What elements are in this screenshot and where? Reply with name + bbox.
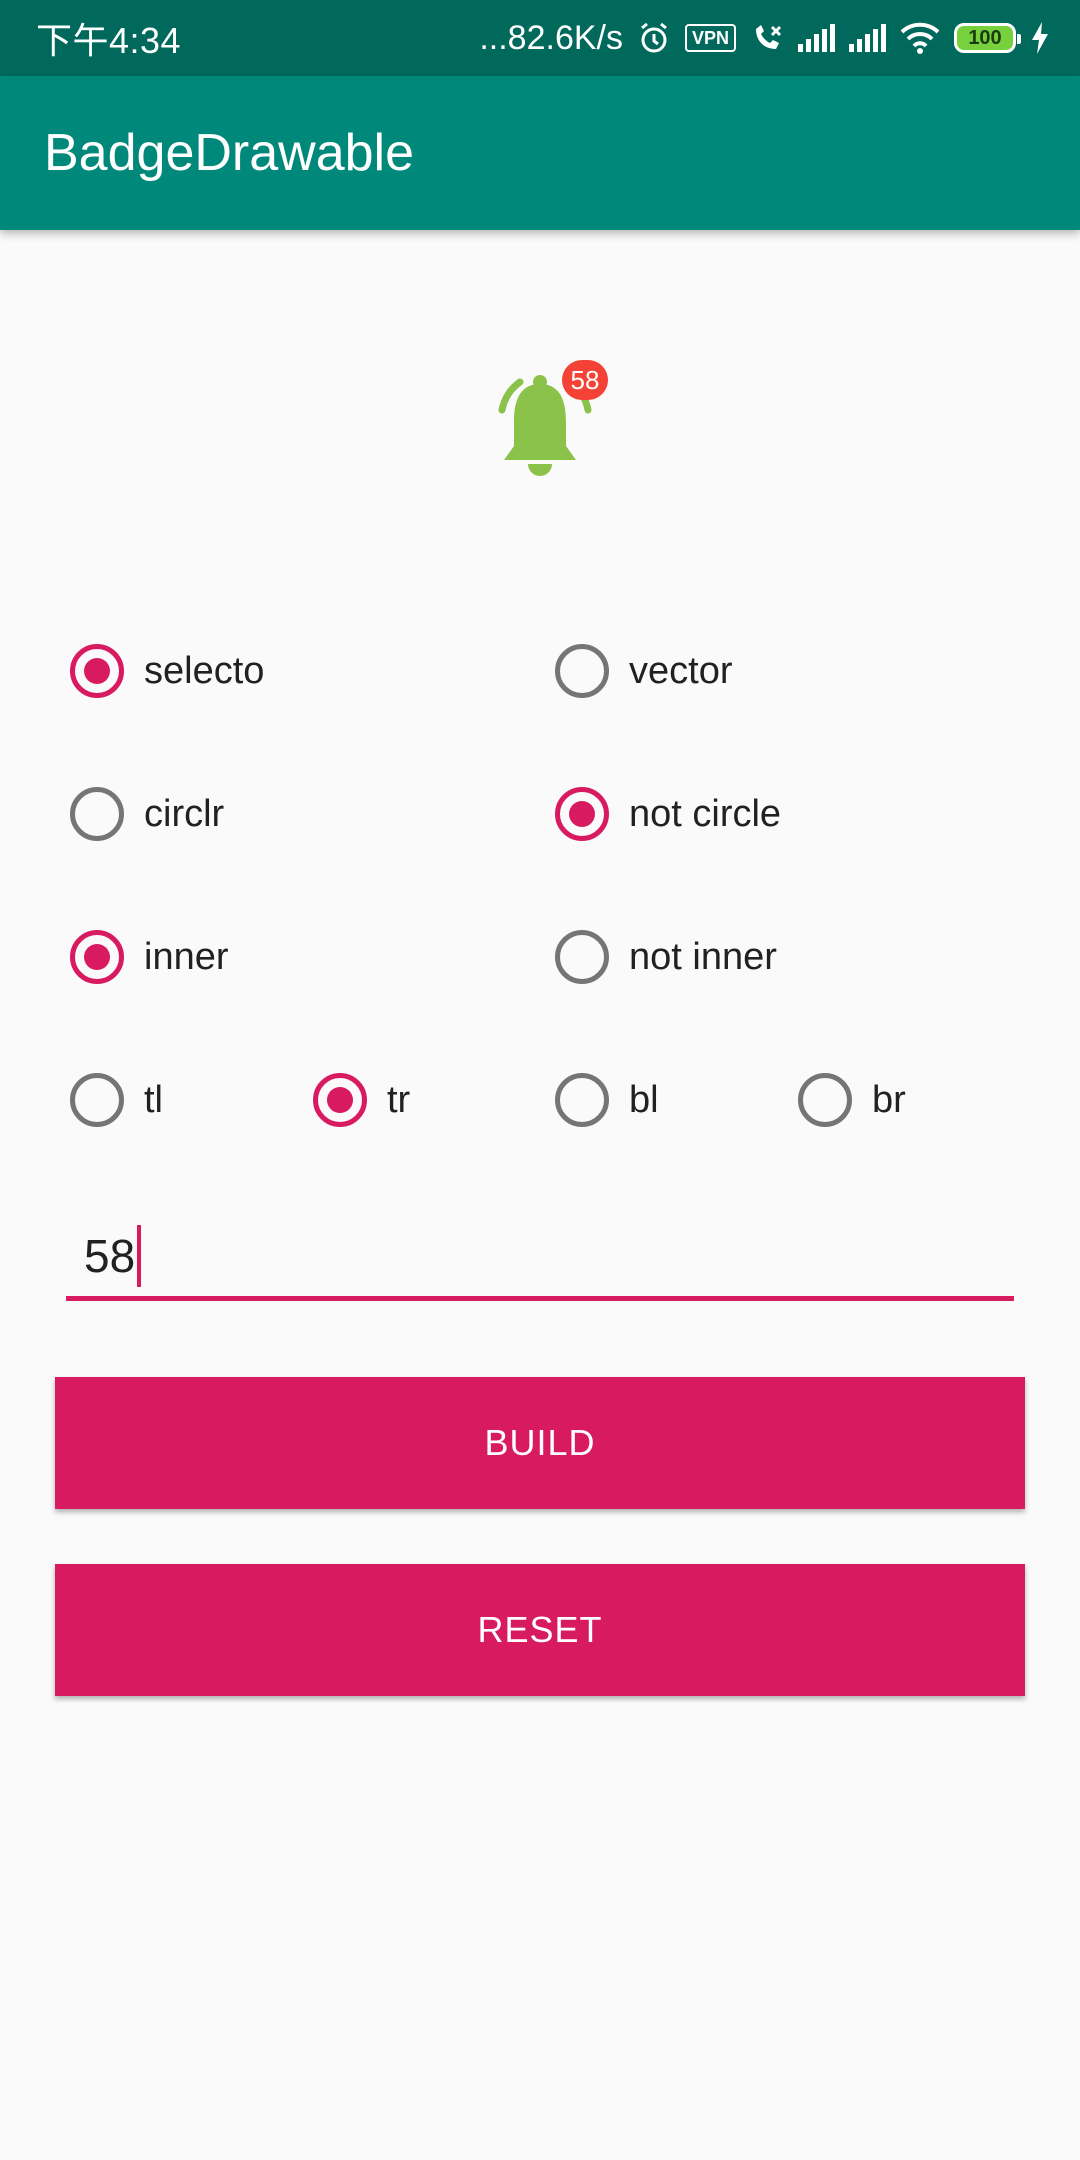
radio-inner-label: inner [144,935,229,978]
reset-button[interactable]: RESET [55,1564,1025,1696]
signal-icon [849,24,886,52]
radio-br-circle[interactable] [798,1073,852,1127]
badge-preview: 58 [480,360,610,490]
wifi-icon [900,22,940,54]
charging-icon [1030,22,1050,54]
radio-tr-circle[interactable] [313,1073,367,1127]
vpn-icon: VPN [684,24,736,52]
radio-selecto-circle[interactable] [70,644,124,698]
radio-not-circle[interactable]: not circle [555,784,781,844]
radio-bl-label: bl [629,1078,659,1121]
signal-icon [798,24,835,52]
network-speed: ...82.6K/s [479,18,623,57]
radio-tl-circle[interactable] [70,1073,124,1127]
radio-tl[interactable]: tl [70,1070,163,1130]
badge-number-input[interactable]: 58 [66,1215,1014,1301]
build-button[interactable]: BUILD [55,1377,1025,1509]
status-bar: 下午4:34 ...82.6K/s VPN 100 [0,0,1080,76]
radio-not-inner-circle[interactable] [555,930,609,984]
radio-tl-label: tl [144,1078,163,1121]
radio-bl-circle[interactable] [555,1073,609,1127]
radio-inner[interactable]: inner [70,927,229,987]
radio-vector-circle[interactable] [555,644,609,698]
radio-circlr-circle[interactable] [70,787,124,841]
status-icons: ...82.6K/s VPN 100 [479,19,1050,58]
radio-not-circle-label: not circle [629,792,782,835]
badge-number-value[interactable]: 58 [84,1229,135,1283]
radio-br-label: br [872,1078,906,1121]
radio-circlr-label: circlr [144,792,225,835]
alarm-icon [637,21,671,55]
radio-bl[interactable]: bl [555,1070,659,1130]
radio-vector[interactable]: vector [555,641,732,701]
app-bar: BadgeDrawable [0,76,1080,230]
radio-tr[interactable]: tr [313,1070,410,1130]
radio-inner-circle[interactable] [70,930,124,984]
radio-circlr[interactable]: circlr [70,784,224,844]
radio-not-inner[interactable]: not inner [555,927,777,987]
call-muted-icon [750,21,784,55]
radio-not-circle-circle[interactable] [555,787,609,841]
radio-selecto[interactable]: selecto [70,641,264,701]
battery-icon: 100 [954,23,1021,53]
page-title: BadgeDrawable [44,124,415,182]
radio-br[interactable]: br [798,1070,906,1130]
radio-vector-label: vector [629,649,733,692]
radio-tr-label: tr [387,1078,411,1121]
radio-not-inner-label: not inner [629,935,777,978]
status-time: 下午4:34 [36,20,182,61]
badge-count: 58 [562,360,608,400]
radio-selecto-label: selecto [144,649,265,692]
text-cursor [137,1224,142,1287]
